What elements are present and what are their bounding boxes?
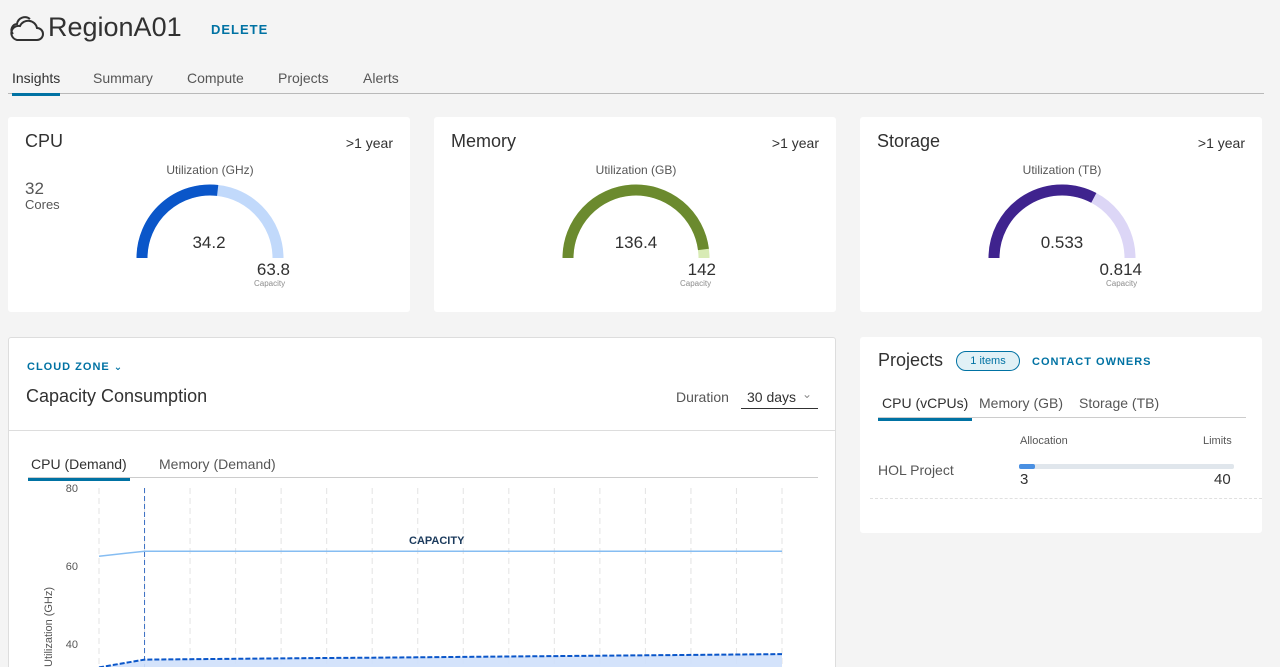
chart-grid	[98, 488, 783, 667]
capacity-annotation: CAPACITY	[409, 535, 465, 547]
allocation-bar	[1019, 464, 1234, 469]
cpu-card: CPU >1 year 32 Cores Utilization (GHz) 3…	[8, 117, 410, 312]
duration-label: Duration	[676, 389, 729, 405]
chevron-down-icon: ⌄	[113, 362, 124, 373]
project-name[interactable]: HOL Project	[878, 462, 954, 478]
projects-tabs: CPU (vCPUs) Memory (GB) Storage (TB)	[878, 392, 1246, 421]
gauge-value: 34.2	[192, 233, 226, 252]
capacity-value: 142	[687, 260, 716, 279]
card-title: Memory	[451, 131, 517, 151]
row-divider	[870, 498, 1262, 499]
cloud-zone-icon	[10, 16, 44, 41]
allocation-header: Allocation	[1020, 435, 1068, 447]
contact-owners-button[interactable]: CONTACT OWNERS	[1032, 356, 1152, 368]
limit-value: 40	[1214, 471, 1231, 488]
tab-compute[interactable]: Compute	[187, 70, 244, 94]
items-badge: 1 items	[956, 351, 1020, 371]
delete-button[interactable]: DELETE	[211, 22, 268, 37]
y-tick-label: 60	[66, 561, 78, 573]
tab-storage-tb[interactable]: Storage (TB)	[1079, 395, 1159, 418]
cloud-zone-dropdown[interactable]: CLOUD ZONE ⌄	[27, 361, 123, 373]
duration-select[interactable]: 30 days ⌄	[741, 387, 818, 409]
card-period: >1 year	[1197, 135, 1245, 151]
tab-projects[interactable]: Projects	[278, 70, 329, 94]
capacity-chart: 40 60 80 CAPACITY Utilization (GHz)	[43, 483, 783, 667]
main-tabs: Insights Summary Compute Projects Alerts	[8, 68, 1264, 96]
chevron-down-icon: ⌄	[801, 387, 812, 401]
capacity-line	[98, 550, 782, 558]
gauge-value: 0.533	[1040, 233, 1084, 252]
cloud-zone-label: CLOUD ZONE	[27, 361, 110, 373]
tab-summary[interactable]: Summary	[93, 70, 153, 94]
tab-cpu-demand[interactable]: CPU (Demand)	[28, 456, 130, 481]
gauge-label: Utilization (GHz)	[166, 163, 254, 177]
cores-label: Cores	[25, 197, 60, 212]
tab-alerts[interactable]: Alerts	[363, 70, 399, 94]
capacity-title: Capacity Consumption	[26, 386, 208, 406]
card-title: Storage	[877, 131, 941, 151]
capacity-value: 63.8	[256, 260, 290, 279]
tab-insights[interactable]: Insights	[12, 70, 61, 96]
storage-card: Storage >1 year Utilization (TB) 0.533 0…	[860, 117, 1262, 312]
allocation-bar-fill	[1019, 464, 1036, 469]
memory-card: Memory >1 year Utilization (GB) 136.4 14…	[434, 117, 836, 312]
page-header: RegionA01 DELETE	[0, 0, 1280, 60]
capacity-label: Capacity	[1106, 279, 1138, 288]
y-axis-label: Utilization (GHz)	[43, 587, 55, 667]
projects-title: Projects	[878, 350, 944, 370]
page-title: RegionA01	[48, 12, 182, 42]
demand-area	[99, 654, 782, 667]
card-period: >1 year	[771, 135, 819, 151]
gauge-value: 136.4	[614, 233, 658, 252]
duration-value: 30 days	[747, 389, 797, 405]
allocation-value: 3	[1020, 471, 1029, 488]
capacity-sub-tabs: CPU (Demand) Memory (Demand)	[28, 452, 818, 481]
limits-header: Limits	[1203, 435, 1232, 447]
capacity-label: Capacity	[680, 279, 712, 288]
card-title: CPU	[25, 131, 64, 151]
capacity-value: 0.814	[1099, 260, 1142, 279]
gauge-label: Utilization (GB)	[595, 163, 677, 177]
cores-value: 32	[25, 179, 44, 198]
y-tick-label: 40	[66, 639, 78, 651]
y-tick-label: 80	[66, 483, 78, 495]
capacity-label: Capacity	[254, 279, 286, 288]
y-axis-ticks: 40 60 80	[66, 483, 78, 651]
gauge-label: Utilization (TB)	[1022, 163, 1102, 177]
tab-memory-demand[interactable]: Memory (Demand)	[159, 456, 276, 478]
card-period: >1 year	[345, 135, 393, 151]
chart-series	[98, 550, 783, 667]
tab-memory-gb[interactable]: Memory (GB)	[979, 395, 1063, 418]
tab-cpu-vcpus[interactable]: CPU (vCPUs)	[878, 395, 973, 421]
card-divider	[9, 430, 835, 431]
